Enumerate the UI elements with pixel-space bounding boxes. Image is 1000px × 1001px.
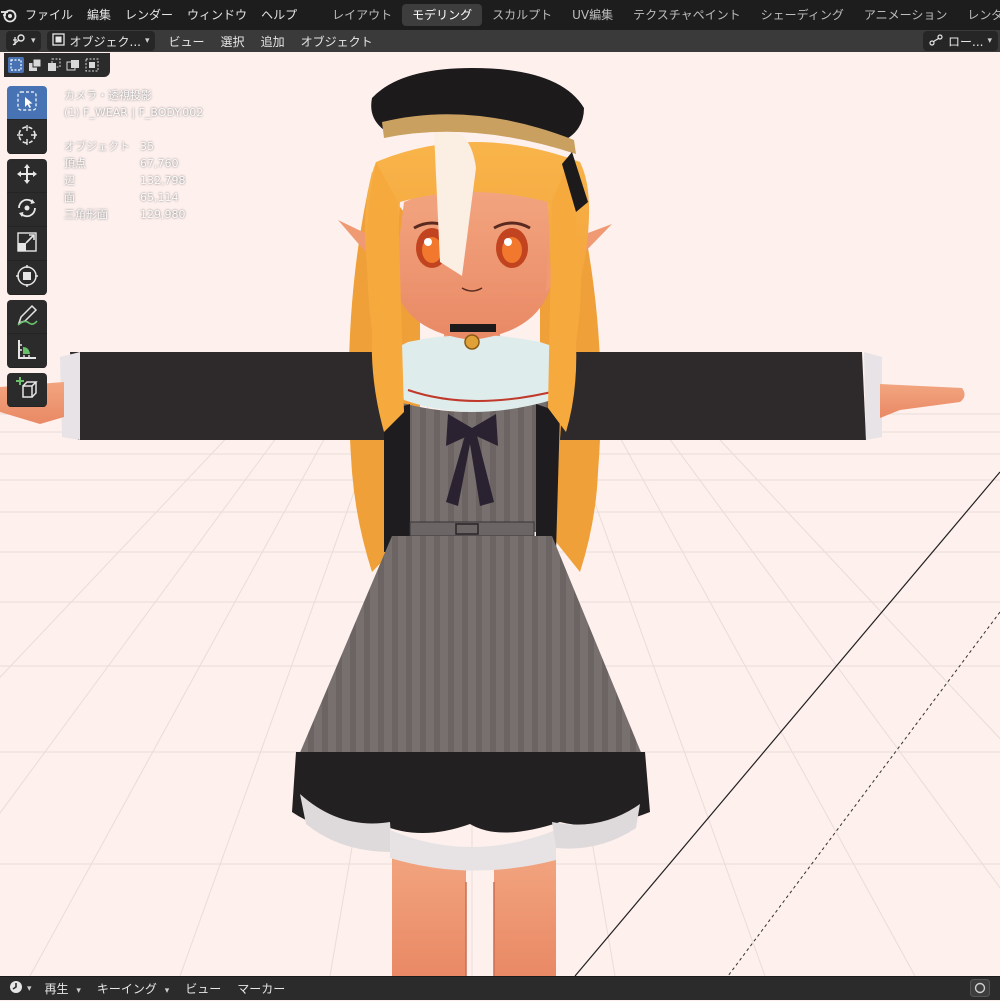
annotate-pencil-icon bbox=[15, 303, 39, 330]
tool-group-select bbox=[7, 86, 47, 154]
stat-value: 65,114 bbox=[140, 191, 179, 204]
camera-frustum-dashed-line bbox=[727, 611, 1000, 977]
menu-select[interactable]: 選択 bbox=[213, 33, 253, 50]
chevron-down-icon: ▾ bbox=[987, 36, 992, 46]
object-mode-icon bbox=[51, 33, 65, 49]
select-intersect-icon[interactable] bbox=[84, 57, 100, 73]
scale-icon bbox=[15, 230, 39, 257]
tab-texture-paint[interactable]: テクスチャペイント bbox=[623, 4, 751, 26]
select-box-icon bbox=[16, 90, 38, 115]
add-cube-icon bbox=[15, 376, 39, 403]
tab-modeling[interactable]: モデリング bbox=[402, 4, 483, 26]
tool-group-annotate bbox=[7, 300, 47, 368]
view-name: カメラ・透視投影 bbox=[64, 89, 152, 102]
auto-keying-toggle[interactable] bbox=[960, 977, 1000, 1001]
marker-menu[interactable]: マーカー bbox=[229, 980, 293, 997]
stat-row-vertices: 頂点 67,760 bbox=[64, 155, 203, 172]
playback-label: 再生 bbox=[44, 982, 69, 996]
chevron-down-icon: ▾ bbox=[164, 986, 170, 996]
menu-window[interactable]: ウィンドウ bbox=[180, 0, 254, 30]
tab-shading[interactable]: シェーディング bbox=[751, 4, 854, 26]
stat-value: 132,798 bbox=[140, 174, 186, 187]
stat-value: 129,980 bbox=[140, 208, 186, 221]
select-difference-icon[interactable] bbox=[65, 57, 81, 73]
menu-render[interactable]: レンダー bbox=[118, 0, 180, 30]
viewport-header: ▾ オブジェク... ▾ ビュー 選択 追加 オブジェクト bbox=[0, 30, 1000, 52]
camera-frustum-line bbox=[574, 471, 1000, 977]
select-extend-icon[interactable] bbox=[27, 57, 43, 73]
active-object-info: (1) F_WEAR | F_BODY.002 bbox=[64, 106, 204, 119]
tool-transform[interactable] bbox=[7, 261, 47, 295]
tab-uv-editing[interactable]: UV編集 bbox=[562, 4, 623, 26]
tool-group-transform bbox=[7, 159, 47, 295]
menu-view[interactable]: ビュー bbox=[161, 33, 213, 50]
menu-help[interactable]: ヘルプ bbox=[254, 0, 304, 30]
rotate-icon bbox=[15, 196, 39, 223]
record-circle-icon bbox=[970, 978, 990, 1000]
stat-label: 面 bbox=[64, 191, 75, 204]
tool-scale[interactable] bbox=[7, 227, 47, 261]
editor-type-icon bbox=[11, 33, 27, 50]
orientation-label: ロー... bbox=[948, 34, 984, 49]
stat-row-edges: 辺 132,798 bbox=[64, 172, 203, 189]
stat-label: 辺 bbox=[64, 174, 75, 187]
tool-group-add bbox=[7, 373, 47, 407]
editor-type-button[interactable]: ▾ bbox=[6, 31, 41, 51]
cursor-icon bbox=[15, 123, 39, 150]
tab-animation[interactable]: アニメーション bbox=[854, 4, 958, 26]
tool-rotate[interactable] bbox=[7, 193, 47, 227]
tool-select-box[interactable] bbox=[7, 86, 47, 120]
orientation-icon bbox=[929, 33, 943, 49]
tool-annotate[interactable] bbox=[7, 300, 47, 334]
timeline-view-menu[interactable]: ビュー bbox=[177, 980, 229, 997]
stat-label: 頂点 bbox=[64, 157, 86, 170]
tool-move[interactable] bbox=[7, 159, 47, 193]
playback-menu[interactable]: 再生 ▾ bbox=[37, 980, 89, 997]
transform-orientation-select[interactable]: ロー... ▾ bbox=[923, 31, 998, 51]
transform-icon bbox=[15, 264, 39, 291]
stat-label: 三角形面 bbox=[64, 208, 108, 221]
selection-mode-strip bbox=[4, 53, 110, 77]
chevron-down-icon: ▾ bbox=[144, 36, 150, 46]
workspace-tabs: レイアウト モデリング スカルプト UV編集 テクスチャペイント シェーディング… bbox=[322, 0, 1000, 30]
tool-add-cube[interactable] bbox=[7, 373, 47, 407]
stat-row-triangles: 三角形面 129,980 bbox=[64, 206, 203, 223]
tool-cursor[interactable] bbox=[7, 120, 47, 154]
tab-layout[interactable]: レイアウト bbox=[322, 4, 402, 26]
blender-logo-icon[interactable] bbox=[0, 0, 18, 30]
select-subtract-icon[interactable] bbox=[46, 57, 62, 73]
mode-select-label: オブジェク... bbox=[69, 34, 141, 49]
tool-measure[interactable] bbox=[7, 334, 47, 368]
chevron-down-icon: ▾ bbox=[76, 986, 81, 996]
stat-label: オブジェクト bbox=[64, 140, 130, 153]
move-icon bbox=[15, 162, 39, 189]
clock-icon bbox=[9, 980, 23, 997]
tool-shelf bbox=[7, 86, 47, 412]
tab-rendering[interactable]: レンダリング bbox=[957, 4, 1000, 26]
chevron-down-icon: ▾ bbox=[27, 983, 32, 994]
select-new-icon[interactable] bbox=[8, 57, 24, 73]
menu-add[interactable]: 追加 bbox=[253, 33, 293, 50]
keying-menu[interactable]: キーイング ▾ bbox=[89, 980, 177, 997]
chevron-down-icon: ▾ bbox=[31, 36, 36, 46]
stat-value: 67,760 bbox=[140, 157, 179, 170]
stat-row-objects: オブジェクト 35 bbox=[64, 138, 203, 155]
menu-edit[interactable]: 編集 bbox=[80, 0, 118, 30]
top-menu-bar: ファイル 編集 レンダー ウィンドウ ヘルプ レイアウト モデリング スカルプト… bbox=[0, 0, 1000, 30]
timeline-editor-type-button[interactable]: ▾ bbox=[4, 978, 37, 999]
stat-value: 35 bbox=[140, 140, 154, 153]
mode-select[interactable]: オブジェク... ▾ bbox=[46, 31, 155, 51]
keying-label: キーイング bbox=[96, 982, 157, 996]
menu-file[interactable]: ファイル bbox=[18, 0, 80, 30]
viewport-stats-overlay: カメラ・透視投影 (1) F_WEAR | F_BODY.002 オブジェクト … bbox=[64, 87, 203, 223]
measure-ruler-icon bbox=[15, 337, 39, 364]
menu-object[interactable]: オブジェクト bbox=[293, 33, 381, 50]
timeline-header: ▾ 再生 ▾ キーイング ▾ ビュー マーカー bbox=[0, 976, 1000, 1000]
stat-row-faces: 面 65,114 bbox=[64, 189, 203, 206]
tab-sculpt[interactable]: スカルプト bbox=[482, 4, 562, 26]
